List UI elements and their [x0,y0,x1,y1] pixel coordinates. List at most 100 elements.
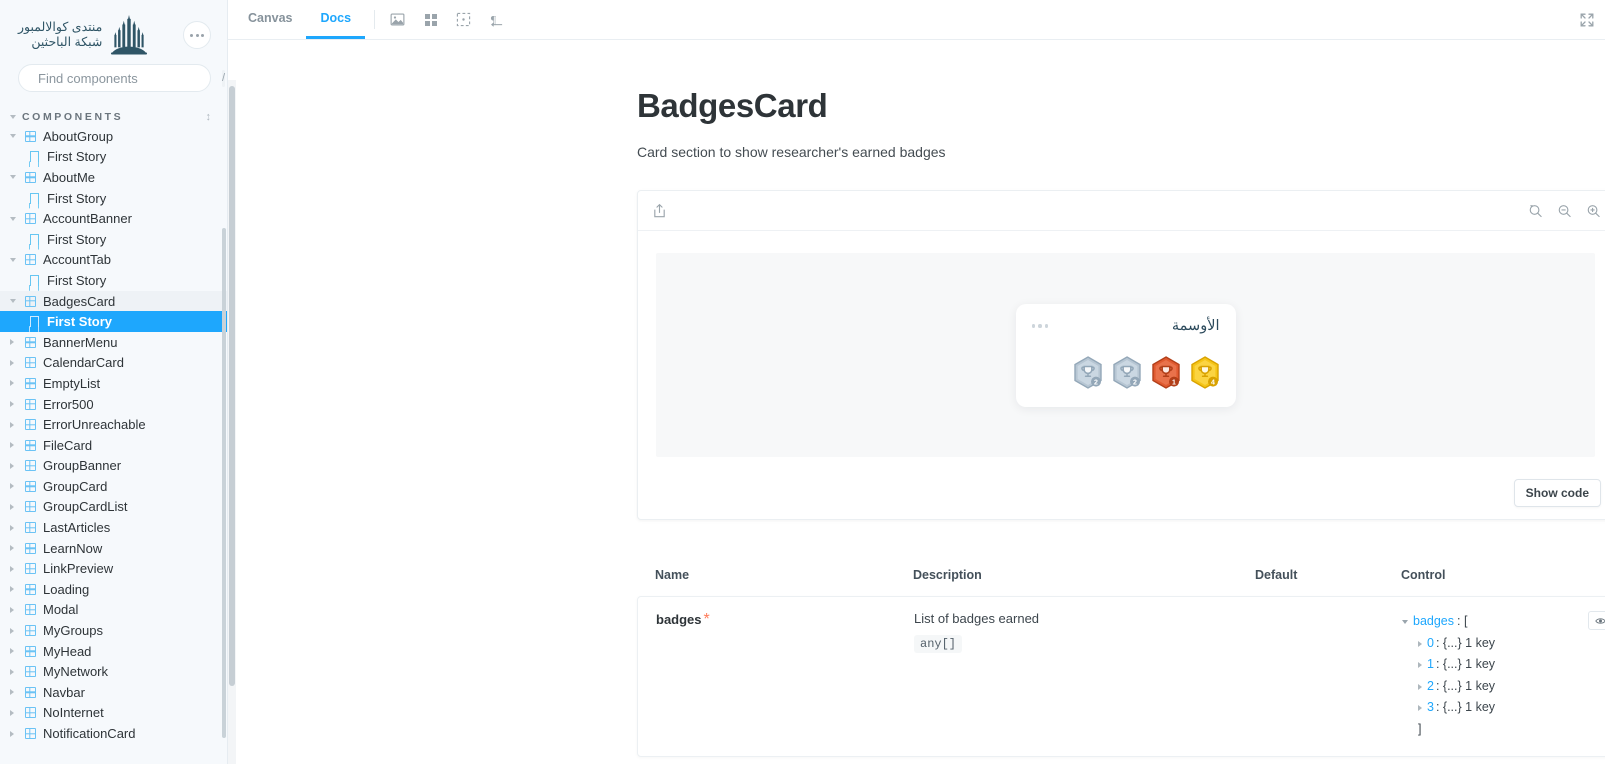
chevron-right-icon[interactable] [10,524,22,531]
expand-icon[interactable] [1573,6,1600,33]
component-icon [22,666,38,678]
brand[interactable]: منتدى كوالالمبور شبكة الباحثين [18,15,148,55]
chevron-right-icon[interactable] [10,730,22,737]
sidebar-item-bannermenu[interactable]: BannerMenu [0,332,227,353]
chevron-right-icon[interactable] [10,668,22,675]
zoom-out-icon[interactable] [1557,203,1572,218]
sidebar-item-accounttab[interactable]: AccountTab [0,250,227,271]
sidebar-item-label: MyHead [43,643,92,659]
chevron-right-icon[interactable] [10,627,22,634]
search-input[interactable] [38,70,214,86]
json-entry-row[interactable]: 0: {...} 1 key [1402,633,1588,655]
icon-glyph [24,130,36,142]
rtl-direction-icon[interactable]: ¶ [483,6,510,33]
canvas-left-scrollbar[interactable] [228,80,236,764]
sidebar-menu-button[interactable] [183,21,211,49]
sidebar-item-emptylist[interactable]: EmptyList [0,373,227,394]
sidebar-item-accountbanner[interactable]: AccountBanner [0,208,227,229]
story-bookmark-icon [26,192,42,204]
outline-icon[interactable] [450,6,477,33]
chevron-down-icon[interactable] [10,216,22,221]
chevron-right-icon[interactable] [10,709,22,716]
expand-collapse-icon[interactable]: ↕ [206,112,212,123]
chevron-down-icon[interactable] [10,257,22,262]
chevron-down-icon[interactable] [10,299,22,304]
sidebar-item-label: Modal [43,602,79,618]
components-section-header[interactable]: COMPONENTS ↕ [0,108,227,126]
sidebar-item-filecard[interactable]: FileCard [0,435,227,456]
sidebar-item-lastarticles[interactable]: LastArticles [0,517,227,538]
raw-toggle-button[interactable]: RAW [1588,611,1605,631]
json-root-row[interactable]: badges : [ [1402,611,1588,633]
chevron-right-icon[interactable] [10,442,22,449]
chevron-right-icon[interactable] [10,648,22,655]
chevron-right-icon[interactable] [10,565,22,572]
icon-glyph [24,686,36,698]
sidebar-item-groupbanner[interactable]: GroupBanner [0,456,227,477]
sidebar-item-learnnow[interactable]: LearnNow [0,538,227,559]
search-box[interactable]: / [18,64,226,92]
chevron-right-icon[interactable] [10,606,22,613]
json-close-bracket: ] [1418,721,1422,736]
json-entry-row[interactable]: 1: {...} 1 key [1402,654,1588,676]
sidebar-item-first-story[interactable]: First Story [0,270,227,291]
json-entry-row[interactable]: 3: {...} 1 key [1402,697,1588,719]
chevron-right-icon[interactable] [10,359,22,366]
sidebar-item-first-story[interactable]: First Story [0,147,227,168]
sidebar-item-badgescard[interactable]: BadgesCard [0,290,227,312]
chevron-right-icon[interactable] [10,689,22,696]
sidebar-item-mynetwork[interactable]: MyNetwork [0,661,227,682]
chevron-down-icon[interactable] [10,134,22,139]
chevron-right-icon[interactable] [10,339,22,346]
chevron-right-icon[interactable] [10,380,22,387]
sidebar-item-first-story[interactable]: First Story [0,188,227,209]
zoom-in-icon[interactable] [1586,203,1601,218]
sidebar-item-label: BannerMenu [43,334,118,350]
show-code-button[interactable]: Show code [1513,479,1601,508]
sidebar-item-groupcardlist[interactable]: GroupCardList [0,497,227,518]
sidebar-item-first-story[interactable]: First Story [0,229,227,250]
json-entry-summary: : {...} 1 key [1435,700,1496,715]
sidebar-item-aboutgroup[interactable]: AboutGroup [0,126,227,147]
chevron-right-icon[interactable] [10,421,22,428]
sidebar-item-first-story[interactable]: First Story [0,311,227,332]
caret-glyph [10,299,16,304]
sidebar-item-loading[interactable]: Loading [0,579,227,600]
caret-glyph [10,359,14,366]
sidebar-item-errorunreachable[interactable]: ErrorUnreachable [0,414,227,435]
sidebar-item-calendarcard[interactable]: CalendarCard [0,353,227,374]
chevron-right-icon [1418,705,1422,712]
chevron-right-icon[interactable] [10,401,22,408]
sidebar-scrollbar[interactable] [222,228,226,738]
chevron-down-icon[interactable] [10,175,22,180]
component-icon [22,501,38,513]
sidebar-item-nointernet[interactable]: NoInternet [0,703,227,724]
json-entry-row[interactable]: 2: {...} 1 key [1402,676,1588,698]
canvas-left-scroll-thumb[interactable] [229,86,235,686]
chevron-right-icon[interactable] [10,586,22,593]
tab-docs[interactable]: Docs [306,0,366,39]
badge-hexagon: 2 [1073,355,1102,389]
sidebar-item-myhead[interactable]: MyHead [0,641,227,662]
sidebar-item-linkpreview[interactable]: LinkPreview [0,558,227,579]
chevron-right-icon[interactable] [10,483,22,490]
ellipsis-icon[interactable] [1031,324,1048,328]
sidebar-item-navbar[interactable]: Navbar [0,682,227,703]
open-in-new-icon[interactable] [652,203,667,219]
chevron-right-icon[interactable] [10,503,22,510]
grid-icon[interactable] [417,6,444,33]
sidebar-item-groupcard[interactable]: GroupCard [0,476,227,497]
sidebar-item-mygroups[interactable]: MyGroups [0,620,227,641]
chevron-right-icon[interactable] [10,462,22,469]
toolbar-right [1573,0,1605,39]
sidebar-item-error500[interactable]: Error500 [0,394,227,415]
sidebar-item-notificationcard[interactable]: NotificationCard [0,723,227,744]
sidebar-item-label: GroupCardList [43,499,128,515]
caret-glyph [10,339,14,346]
chevron-right-icon[interactable] [10,545,22,552]
tab-canvas[interactable]: Canvas [234,0,306,39]
sidebar-item-modal[interactable]: Modal [0,600,227,621]
sidebar-item-aboutme[interactable]: AboutMe [0,167,227,188]
backgrounds-icon[interactable] [384,6,411,33]
zoom-reset-icon[interactable] [1528,203,1543,218]
